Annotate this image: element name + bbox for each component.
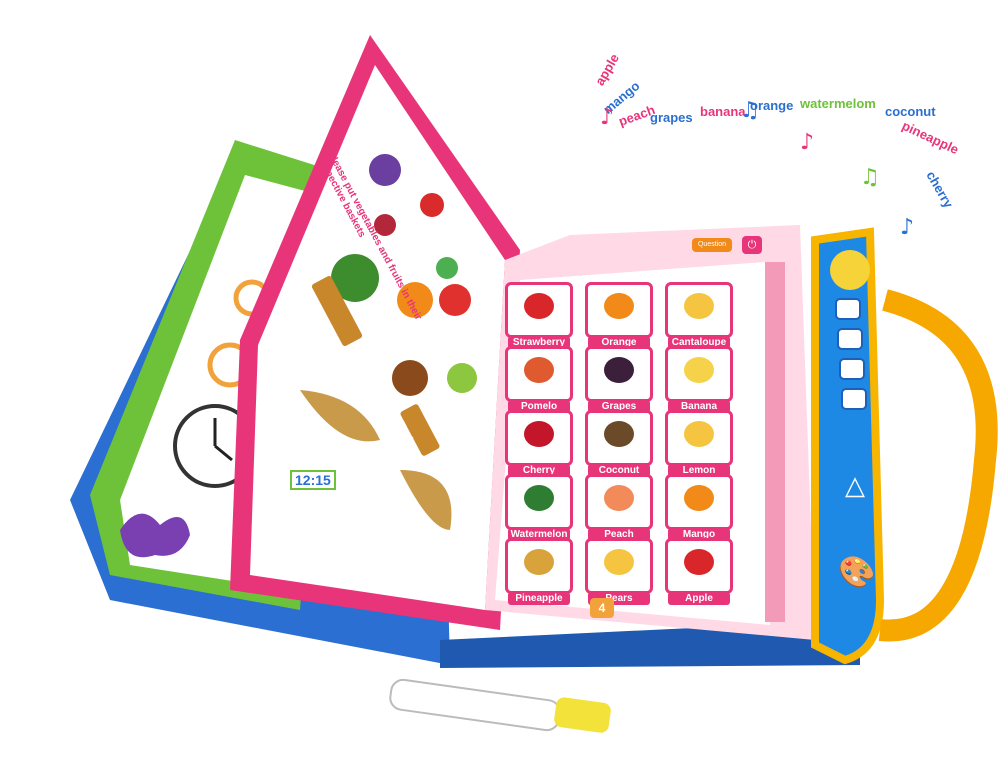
fruit-icon [524,293,554,319]
clock-display: 12:15 [290,470,336,490]
fruit-label: Pineapple [508,592,570,605]
fruit-card[interactable]: Apple [665,538,733,605]
question-button[interactable]: Question [692,238,732,252]
control-panel [811,227,885,665]
fruit-card[interactable]: Pears [585,538,653,605]
fruit-icon [604,485,634,511]
fruit-card[interactable]: Strawberry [505,282,573,349]
fruit-card[interactable]: Lemon [665,410,733,477]
word-coconut: coconut [885,104,936,119]
fruit-icon [420,193,444,217]
fruit-icon [524,357,554,383]
music-note-icon: ♫ [860,165,880,190]
fruit-card[interactable]: Pomelo [505,346,573,413]
panel-button-3[interactable] [839,358,865,380]
music-note-icon: ♪ [900,215,915,240]
fruit-icon [604,421,634,447]
fruit-card[interactable]: Mango [665,474,733,541]
fruit-card[interactable]: Peach [585,474,653,541]
page-tab-strip [765,262,785,622]
fruit-icon [684,421,714,447]
fruit-icon [439,284,471,316]
fruit-card[interactable]: Watermelon [505,474,573,541]
vegetable-icon [369,154,401,186]
fruit-icon [604,549,634,575]
fruit-icon [684,549,714,575]
music-note-icon: ♪ [800,130,815,155]
palette-icon: 🎨 [838,556,876,589]
triangle-ruler-icon: △ [845,470,865,500]
fruit-card[interactable]: Pineapple [505,538,573,605]
fruit-icon [684,485,714,511]
fruit-icon [684,357,714,383]
panel-button-1[interactable] [835,298,861,320]
fruit-label: Apple [668,592,730,605]
fruit-grid: Strawberry Orange Cantaloupe Pomelo Grapes Ba… [505,282,765,612]
word-grapes: grapes [650,110,693,125]
fruit-icon [524,485,554,511]
fruit-card[interactable]: Grapes [585,346,653,413]
fruit-icon [604,357,634,383]
panel-button-4[interactable] [841,388,867,410]
fruit-icon [447,363,477,393]
fruit-icon [524,549,554,575]
power-icon[interactable]: ⏻ [742,236,762,254]
handle [878,289,998,642]
fruit-icon [524,421,554,447]
panel-button-2[interactable] [837,328,863,350]
pink-left-page-inner [250,65,505,610]
page-number: 4 [590,598,614,618]
fruit-card[interactable]: Coconut [585,410,653,477]
fruit-card[interactable]: Cantaloupe [665,282,733,349]
fruit-card[interactable]: Orange [585,282,653,349]
fruit-card[interactable]: Cherry [505,410,573,477]
coconut-icon [392,360,428,396]
fruit-icon [684,293,714,319]
fruit-card[interactable]: Banana [665,346,733,413]
fruit-icon [604,293,634,319]
marker-cap [554,697,611,733]
talking-book-scene: apple mango peach grapes banana orange w… [0,0,1000,757]
word-watermelom: watermelom [800,96,876,111]
music-note-icon: ♫ [740,98,760,123]
speaker-icon [830,250,870,290]
word-banana: banana [700,104,746,119]
music-note-icon: ♪ [600,105,615,130]
marker-pen [389,678,561,732]
vegetable-icon [436,257,458,279]
